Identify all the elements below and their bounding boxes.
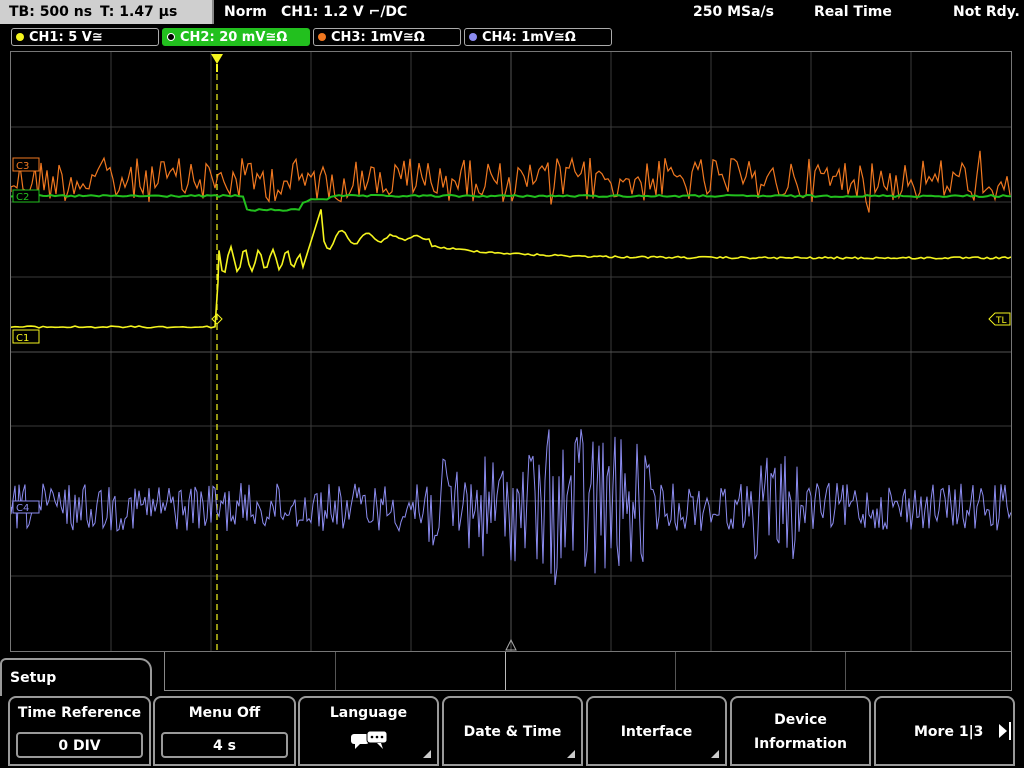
language-label: Language bbox=[329, 705, 408, 721]
time-reference-label: Time Reference bbox=[17, 705, 142, 721]
ch1-marker[interactable]: C1 bbox=[12, 329, 40, 344]
time-reference-softkey[interactable]: Time Reference 0 DIV bbox=[8, 696, 151, 766]
ch2-marker-text: C2 bbox=[16, 192, 29, 203]
graticule-grid bbox=[11, 52, 1011, 651]
device-info-label-2: Information bbox=[754, 736, 847, 752]
ch2-marker[interactable]: C2 bbox=[12, 189, 40, 203]
zoom-overview-strip bbox=[164, 652, 1012, 691]
ch1-dot-icon bbox=[16, 32, 24, 41]
date-time-label: Date & Time bbox=[463, 724, 562, 740]
next-page-bar-icon bbox=[1009, 722, 1011, 740]
ch1-marker-text: C1 bbox=[16, 333, 29, 344]
ch3-marker-text: C3 bbox=[16, 161, 29, 172]
more-softkey[interactable]: More 1|3 bbox=[874, 696, 1015, 766]
submenu-corner-icon bbox=[711, 750, 719, 758]
speech-bubbles-icon bbox=[351, 730, 388, 749]
trigger-mode[interactable]: Norm bbox=[224, 4, 267, 20]
language-softkey[interactable]: Language bbox=[298, 696, 439, 766]
menu-off-label: Menu Off bbox=[188, 705, 261, 721]
ch4-marker-text: C4 bbox=[16, 503, 29, 514]
sample-rate: 250 MSa/s bbox=[693, 4, 775, 20]
channel-2-button[interactable]: CH2: 20 mV≅Ω bbox=[162, 28, 310, 46]
date-time-softkey[interactable]: Date & Time bbox=[442, 696, 583, 766]
softkey-bar: Time Reference 0 DIV Menu Off 4 s Langua… bbox=[0, 696, 1024, 768]
channel-1-button[interactable]: CH1: 5 V≅ bbox=[11, 28, 159, 46]
channel-4-button[interactable]: CH4: 1mV≅Ω bbox=[464, 28, 612, 46]
channel-3-label: CH3: 1mV≅Ω bbox=[331, 30, 425, 45]
submenu-corner-icon bbox=[423, 750, 431, 758]
trigger-time-label: T: 1.47 µs bbox=[100, 4, 178, 20]
run-state: Not Rdy. bbox=[953, 4, 1020, 20]
next-page-arrow-icon bbox=[999, 724, 1007, 738]
channel-2-label: CH2: 20 mV≅Ω bbox=[180, 30, 288, 45]
channel-bar: CH1: 5 V≅ CH2: 20 mV≅Ω CH3: 1mV≅Ω CH4: 1… bbox=[0, 25, 1024, 49]
ch3-dot-icon bbox=[318, 32, 326, 41]
waveform-canvas: C3 C2 C1 C4 TL bbox=[11, 52, 1011, 651]
ch3-marker[interactable]: C3 bbox=[12, 157, 40, 172]
interface-label: Interface bbox=[620, 724, 693, 740]
channel-1-label: CH1: 5 V≅ bbox=[29, 30, 103, 45]
device-information-softkey[interactable]: Device Information bbox=[730, 696, 871, 766]
menu-off-softkey[interactable]: Menu Off 4 s bbox=[153, 696, 296, 766]
menu-off-value: 4 s bbox=[161, 732, 288, 758]
submenu-corner-icon bbox=[567, 750, 575, 758]
menu-title: Setup bbox=[10, 670, 57, 686]
trigger-level-marker[interactable]: TL bbox=[988, 312, 1011, 326]
trigger-position-icon bbox=[211, 54, 223, 64]
interface-softkey[interactable]: Interface bbox=[586, 696, 727, 766]
timebase-label: TB: 500 ns bbox=[9, 4, 93, 20]
device-info-label-1: Device bbox=[774, 712, 827, 728]
channel-3-button[interactable]: CH3: 1mV≅Ω bbox=[313, 28, 461, 46]
ch2-dot-icon bbox=[167, 32, 175, 41]
menu-title-tab: Setup bbox=[0, 658, 152, 698]
waveform-display[interactable]: C3 C2 C1 C4 TL bbox=[10, 51, 1012, 652]
channel-4-label: CH4: 1mV≅Ω bbox=[482, 30, 576, 45]
trigger-info[interactable]: CH1: 1.2 V ⌐/DC bbox=[281, 4, 407, 20]
ch4-marker[interactable]: C4 bbox=[12, 500, 40, 514]
time-reference-value: 0 DIV bbox=[16, 732, 143, 758]
trigger-level-text: TL bbox=[995, 316, 1007, 326]
more-label: More 1|3 bbox=[914, 724, 984, 740]
status-bar: TB: 500 ns T: 1.47 µs Norm CH1: 1.2 V ⌐/… bbox=[0, 0, 1024, 24]
acquisition-mode: Real Time bbox=[814, 4, 892, 20]
ch4-dot-icon bbox=[469, 32, 477, 41]
timebase-box[interactable]: TB: 500 ns T: 1.47 µs bbox=[0, 0, 214, 24]
